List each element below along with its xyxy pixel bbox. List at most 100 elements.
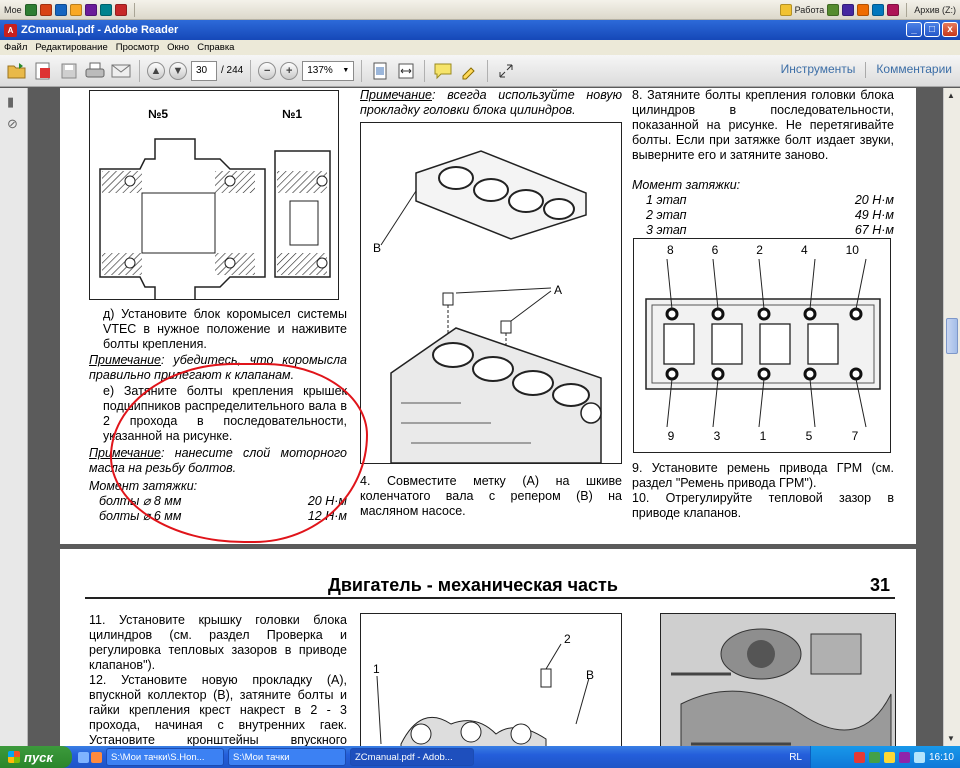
intake-manifold-drawing bbox=[376, 643, 590, 746]
tray-icon[interactable] bbox=[898, 751, 910, 763]
stage-value: 20 Н·м bbox=[854, 193, 894, 207]
step-4-text: 4. Совместите метку (А) на шкиве коленча… bbox=[360, 474, 622, 518]
quick-links-label: Мое bbox=[4, 4, 22, 15]
tray-icon[interactable] bbox=[853, 751, 865, 763]
archive-drive-label[interactable]: Архив (Z:) bbox=[914, 5, 956, 15]
header-rule bbox=[85, 597, 895, 599]
language-indicator[interactable]: RL bbox=[789, 752, 802, 763]
system-tray: 16:10 bbox=[810, 746, 960, 768]
step-11-text: 11. Установите крышку головки блока цили… bbox=[89, 613, 347, 672]
create-pdf-icon[interactable] bbox=[32, 60, 54, 82]
quick-launch-icon[interactable] bbox=[24, 3, 37, 16]
save-icon[interactable] bbox=[58, 60, 80, 82]
stage-name: 2 этап bbox=[646, 208, 687, 222]
taskbar-item[interactable]: S:\Мои тачки bbox=[228, 748, 346, 766]
rocker-arm-figure: №5 №1 bbox=[89, 90, 339, 300]
scrollbar-thumb[interactable] bbox=[946, 318, 958, 354]
stage-value: 67 Н·м bbox=[854, 223, 894, 237]
menu-view[interactable]: Просмотр bbox=[112, 42, 163, 53]
email-icon[interactable] bbox=[110, 60, 132, 82]
minimize-button[interactable]: _ bbox=[906, 22, 922, 37]
zoom-out-icon[interactable]: − bbox=[258, 61, 277, 80]
attachments-icon[interactable]: ⊘ bbox=[7, 116, 27, 132]
taskbar-item-label: ZCmanual.pdf - Adob... bbox=[355, 751, 453, 763]
quick-launch-icon[interactable] bbox=[842, 3, 855, 16]
page-thumbnails-icon[interactable]: ▮ bbox=[7, 94, 27, 110]
middle-top-note: Примечание: всегда используйте новую про… bbox=[360, 88, 622, 118]
menu-window[interactable]: Окно bbox=[163, 42, 193, 53]
start-button[interactable]: пуск bbox=[0, 746, 72, 768]
adobe-reader-icon: A bbox=[4, 23, 17, 37]
navigation-panel: ▮ ⊘ bbox=[0, 88, 28, 746]
comments-link[interactable]: Комментарии bbox=[876, 62, 952, 78]
scroll-up-icon[interactable]: ▲ bbox=[947, 91, 955, 100]
menu-bar: Файл Редактирование Просмотр Окно Справк… bbox=[0, 40, 960, 55]
quick-launch-icon[interactable] bbox=[39, 3, 52, 16]
step-12-text: 12. Установите новую прокладку (А), впус… bbox=[89, 673, 347, 746]
tools-link[interactable]: Инструменты bbox=[781, 62, 856, 78]
menu-help[interactable]: Справка bbox=[193, 42, 238, 53]
browser-icon[interactable] bbox=[91, 751, 102, 763]
comment-icon[interactable] bbox=[432, 60, 454, 82]
menu-edit[interactable]: Редактирование bbox=[31, 42, 111, 53]
quick-launch-icon[interactable] bbox=[99, 3, 112, 16]
section-header: Двигатель - механическая часть bbox=[328, 575, 618, 595]
chevron-down-icon[interactable]: ▼ bbox=[342, 67, 349, 74]
print-icon[interactable] bbox=[84, 60, 106, 82]
maximize-button[interactable]: □ bbox=[924, 22, 940, 37]
highlight-icon[interactable] bbox=[458, 60, 480, 82]
work-folder-label[interactable]: Работа bbox=[795, 5, 825, 15]
previous-page-icon[interactable]: ▲ bbox=[147, 61, 165, 80]
stage-row: 3 этап 67 Н·м bbox=[632, 223, 894, 238]
quick-launch-icon[interactable] bbox=[887, 3, 900, 16]
fit-page-icon[interactable] bbox=[369, 60, 391, 82]
bolt-sequence-figure: 8 6 2 4 10 9 3 1 5 7 bbox=[633, 238, 891, 453]
zoom-select[interactable]: 137% ▼ bbox=[302, 60, 355, 81]
step-9-text: 9. Установите ремень привода ГРМ (см. ра… bbox=[632, 461, 894, 490]
engine-photo-drawing bbox=[661, 614, 895, 746]
zoom-in-icon[interactable]: + bbox=[280, 61, 299, 80]
page2-left-text: 11. Установите крышку головки блока цили… bbox=[89, 613, 347, 746]
step-10-text: 10. Отрегулируйте тепловой зазор в приво… bbox=[632, 491, 894, 520]
windows-taskbar: пуск S:\Мои тачки\S.Hon... S:\Мои тачки … bbox=[0, 746, 960, 768]
quick-launch-icon[interactable] bbox=[84, 3, 97, 16]
taskbar-item[interactable]: S:\Мои тачки\S.Hon... bbox=[106, 748, 224, 766]
quick-launch-icon[interactable] bbox=[827, 3, 840, 16]
cylinder-block-drawing bbox=[380, 150, 602, 463]
cylinder-head-drawing bbox=[645, 258, 881, 428]
taskbar-item-active[interactable]: ZCmanual.pdf - Adob... bbox=[350, 748, 474, 766]
zoom-value: 137% bbox=[307, 65, 333, 76]
quick-launch-icon[interactable] bbox=[69, 3, 82, 16]
open-folder-icon[interactable] bbox=[6, 60, 28, 82]
cylinder-block-figure: B A bbox=[360, 122, 622, 464]
page-number-input[interactable]: 30 bbox=[191, 60, 217, 81]
expand-icon[interactable] bbox=[495, 60, 517, 82]
scroll-down-icon[interactable]: ▼ bbox=[947, 734, 955, 743]
quick-launch-icon[interactable] bbox=[872, 3, 885, 16]
tray-icon[interactable] bbox=[868, 751, 880, 763]
fit-width-icon[interactable] bbox=[395, 60, 417, 82]
step-8-text: 8. Затяните болты крепления головки блок… bbox=[632, 88, 894, 162]
speaker-icon[interactable] bbox=[913, 751, 925, 763]
folder-icon[interactable] bbox=[779, 3, 792, 16]
tray-icon[interactable] bbox=[883, 751, 895, 763]
quick-launch-icon[interactable] bbox=[114, 3, 127, 16]
vertical-scrollbar[interactable]: ▲ ▼ bbox=[943, 88, 960, 746]
window-titlebar: A ZCmanual.pdf - Adobe Reader _ □ x bbox=[0, 20, 960, 40]
desktop-icon[interactable] bbox=[78, 751, 89, 763]
close-button[interactable]: x bbox=[942, 22, 958, 37]
pdf-page-31: Двигатель - механическая часть 31 11. Ус… bbox=[60, 549, 916, 746]
quick-launch bbox=[78, 751, 102, 763]
quick-links-bar: Мое Работа Архив (Z:) bbox=[0, 0, 960, 20]
taskbar-item-label: S:\Мои тачки bbox=[233, 751, 290, 763]
quick-launch-icon[interactable] bbox=[857, 3, 870, 16]
next-page-icon[interactable]: ▼ bbox=[169, 61, 187, 80]
menu-file[interactable]: Файл bbox=[0, 42, 31, 53]
quick-launch-icon[interactable] bbox=[54, 3, 67, 16]
engine-photo-figure bbox=[660, 613, 896, 746]
step-d-text: д) Установите блок коромысел системы VTE… bbox=[103, 307, 347, 351]
red-highlight-circle bbox=[110, 363, 368, 543]
stage-value: 49 Н·м bbox=[854, 208, 894, 222]
windows-logo-icon bbox=[8, 751, 20, 763]
clock[interactable]: 16:10 bbox=[929, 752, 954, 763]
